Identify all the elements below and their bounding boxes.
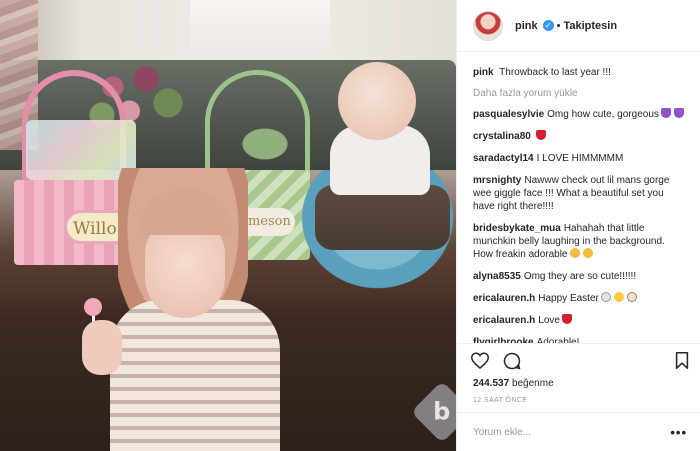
header-separator: • — [556, 19, 561, 32]
lollipop — [84, 298, 102, 316]
heart-outline-icon[interactable] — [471, 352, 489, 369]
comment-row: ericalauren.h Happy Easter — [473, 292, 687, 305]
likes-count[interactable]: 244.537 beğenme — [473, 378, 554, 389]
purple-heart-emoji-icon — [660, 108, 671, 118]
caption-text: Throwback to last year !!! — [499, 67, 611, 78]
comment-row: crystalina80 — [473, 130, 687, 143]
red-heart-emoji-icon — [535, 130, 546, 140]
speech-bubble-icon[interactable] — [503, 352, 521, 370]
comment-text: Happy Easter — [538, 293, 599, 304]
comment-username[interactable]: ericalauren.h — [473, 315, 535, 326]
comment-username[interactable]: alyna8535 — [473, 271, 521, 282]
girl-dress — [110, 300, 280, 451]
face-emoji-icon — [626, 292, 637, 302]
comment-row: ericalauren.h Love — [473, 314, 687, 327]
comment-row: alyna8535 Omg they are so cute!!!!!! — [473, 270, 687, 283]
red-heart-emoji-icon — [561, 314, 572, 324]
comment-username[interactable]: crystalina80 — [473, 131, 531, 142]
comment-text: I LOVE HIMMMMM — [536, 153, 624, 164]
add-comment-bar: ••• — [457, 412, 700, 451]
chick-emoji-icon — [613, 292, 624, 302]
post-timestamp: 12 SAAT ÖNCE — [473, 397, 528, 404]
heart-eyes-emoji-icon — [582, 248, 593, 258]
post-photo[interactable]: Willo Jameson b — [0, 0, 456, 451]
heart-eyes-emoji-icon — [569, 248, 580, 258]
comment-row: pasqualesylvie Omg how cute, gorgeous — [473, 108, 687, 121]
verified-badge-icon: ✓ — [542, 20, 554, 31]
caption: pink Throwback to last year !!! — [473, 66, 687, 79]
green-basket-handle — [205, 70, 310, 180]
comment-username[interactable]: mrsnighty — [473, 175, 521, 186]
follow-status-button[interactable]: Takiptesin — [563, 20, 617, 32]
comment-username[interactable]: ericalauren.h — [473, 293, 535, 304]
watermark-letter: b — [433, 398, 451, 426]
comment-row: bridesbykate_mua Hahahah that little munc… — [473, 222, 687, 261]
comment-text: Omg they are so cute!!!!!! — [523, 271, 637, 282]
more-options-icon[interactable]: ••• — [670, 425, 687, 440]
likes-label: beğenme — [511, 378, 554, 389]
comment-username[interactable]: pasqualesylvie — [473, 109, 544, 120]
post-side-panel: pink ✓ • Takiptesin pink Throwback to la… — [456, 0, 700, 451]
comment-text: Love — [538, 315, 560, 326]
comment-row: saradactyl14 I LOVE HIMMMMM — [473, 152, 687, 165]
comment-text: Omg how cute, gorgeous — [547, 109, 659, 120]
author-avatar[interactable] — [473, 10, 503, 41]
comment-row: mrsnighty Nawww check out lil mans gorge … — [473, 174, 687, 213]
caption-username[interactable]: pink — [473, 67, 494, 78]
comment-row: flygirlbrooke Adorable! — [473, 336, 687, 343]
likes-number: 244.537 — [473, 378, 510, 389]
comment-username[interactable]: saradactyl14 — [473, 153, 534, 164]
bookmark-icon[interactable] — [675, 352, 689, 369]
post-header: pink ✓ • Takiptesin — [457, 0, 700, 52]
comment-username[interactable]: bridesbykate_mua — [473, 223, 561, 234]
load-more-comments-link[interactable]: Daha fazla yorum yükle — [473, 88, 687, 99]
bunny-emoji-icon — [600, 292, 611, 302]
add-comment-input[interactable] — [473, 426, 671, 438]
author-username[interactable]: pink — [515, 20, 538, 32]
comments-list[interactable]: pink Throwback to last year !!! Daha faz… — [457, 52, 700, 343]
baby-head — [338, 62, 416, 140]
purple-heart-emoji-icon — [673, 108, 684, 118]
post-actions-bar — [457, 343, 700, 377]
girl-hand — [82, 320, 122, 375]
